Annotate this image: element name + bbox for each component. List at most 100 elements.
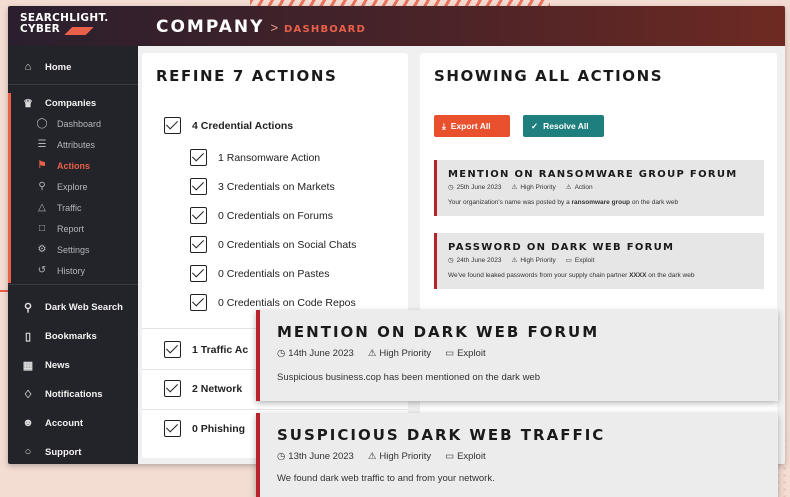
filter-label: 1 Traffic Ac xyxy=(192,344,249,356)
sidebar-item-label: Traffic xyxy=(57,202,82,213)
action-type: Exploit xyxy=(457,348,486,359)
action-card[interactable]: PASSWORD ON DARK WEB FORUM ◷ 24th June 20… xyxy=(434,233,764,289)
action-meta: ◷ 13th June 2023 ⚠ High Priority ▭ Exploit xyxy=(277,451,486,462)
actions-title: SHOWING ALL ACTIONS xyxy=(434,67,664,85)
checkbox-network-actions[interactable] xyxy=(164,380,181,397)
action-priority: High Priority xyxy=(520,184,556,191)
home-icon: ⌂ xyxy=(24,61,32,73)
filter-label: 0 Credentials on Pastes xyxy=(218,268,330,280)
sidebar-item-traffic[interactable]: △ Traffic xyxy=(8,197,138,218)
sidebar-item-bookmarks[interactable]: ▯ Bookmarks xyxy=(8,323,138,349)
download-icon: ⤓ xyxy=(442,120,446,131)
action-description: Suspicious business.cop has been mention… xyxy=(277,372,541,383)
checkbox-social-chats[interactable] xyxy=(190,236,207,253)
checkbox-traffic-actions[interactable] xyxy=(164,341,181,358)
sidebar-item-label: Report xyxy=(57,223,85,234)
checkbox-code-repos[interactable] xyxy=(190,294,207,311)
action-title: PASSWORD ON DARK WEB FORUM xyxy=(448,242,675,253)
sidebar-item-account[interactable]: ☻ Account xyxy=(8,410,138,436)
sidebar-item-label: Dashboard xyxy=(57,118,102,129)
sidebar-item-label: Companies xyxy=(45,97,97,109)
logo[interactable]: SEARCHLIGHT. CYBER xyxy=(20,13,140,35)
action-meta: ◷ 25th June 2023 ⚠ High Priority ⚠ Action xyxy=(448,183,593,191)
top-bar: SEARCHLIGHT. CYBER COMPANY > DASHBOARD xyxy=(8,6,785,46)
sidebar-item-news[interactable]: ▦ News xyxy=(8,352,138,378)
action-date: 24th June 2023 xyxy=(456,257,502,264)
sidebar-item-label: News xyxy=(45,359,70,371)
resolve-all-button[interactable]: ✓ Resolve All xyxy=(523,115,604,137)
calendar-icon: ▭ xyxy=(445,451,455,462)
divider xyxy=(8,284,138,285)
warning-icon: ⚠ xyxy=(367,451,377,462)
check-icon: ✓ xyxy=(531,120,539,131)
checkbox-credential-actions[interactable] xyxy=(164,117,181,134)
action-priority: High Priority xyxy=(379,451,432,462)
document-icon: □ xyxy=(38,223,46,234)
sidebar-item-home[interactable]: ⌂ Home xyxy=(8,54,138,80)
sidebar-item-attributes[interactable]: ☰ Attributes xyxy=(8,134,138,155)
action-meta: ◷ 14th June 2023 ⚠ High Priority ▭ Exploit xyxy=(277,348,486,359)
breadcrumb: COMPANY > DASHBOARD xyxy=(156,17,366,37)
sidebar-item-support[interactable]: ○ Support xyxy=(8,439,138,464)
bell-icon: ♢ xyxy=(23,388,33,401)
sidebar-item-settings[interactable]: ⚙ Settings xyxy=(8,239,138,260)
actions-icon: ⚑ xyxy=(37,160,47,171)
news-icon: ▦ xyxy=(22,359,34,372)
action-title: SUSPICIOUS DARK WEB TRAFFIC xyxy=(277,426,606,444)
warning-icon: ⚠ xyxy=(367,348,377,359)
warning-icon: ⚠ xyxy=(565,184,572,191)
gear-icon: ⚙ xyxy=(37,244,47,255)
traffic-icon: △ xyxy=(38,202,46,213)
breadcrumb-separator: > xyxy=(270,20,279,35)
sidebar-item-dark-web-search[interactable]: ⚲ Dark Web Search xyxy=(8,294,138,320)
breadcrumb-dashboard: DASHBOARD xyxy=(284,24,367,35)
action-priority: High Priority xyxy=(379,348,432,359)
action-type: Exploit xyxy=(457,451,486,462)
sidebar-item-notifications[interactable]: ♢ Notifications xyxy=(8,381,138,407)
sidebar-item-label: Settings xyxy=(57,244,90,255)
action-description: Your organization's name was posted by a… xyxy=(448,199,679,206)
filter-label: 0 Credentials on Code Repos xyxy=(218,297,356,309)
filter-label: 4 Credential Actions xyxy=(192,120,294,132)
action-card[interactable]: MENTION ON RANSOMWARE GROUP FORUM ◷ 25th … xyxy=(434,160,764,216)
checkbox-markets[interactable] xyxy=(190,178,207,195)
divider xyxy=(8,84,138,85)
user-icon: ☻ xyxy=(22,417,34,429)
warning-icon: ⚠ xyxy=(511,184,518,191)
history-icon: ↺ xyxy=(37,265,47,276)
filter-label: 3 Credentials on Markets xyxy=(218,181,335,193)
chat-icon: ○ xyxy=(24,446,32,458)
checkbox-phishing-actions[interactable] xyxy=(164,420,181,437)
dashboard-icon: ◯ xyxy=(36,118,48,129)
featured-action-card[interactable]: SUSPICIOUS DARK WEB TRAFFIC ◷ 13th June 2… xyxy=(256,413,778,497)
sidebar-item-history[interactable]: ↺ History xyxy=(8,260,138,281)
action-title: MENTION ON DARK WEB FORUM xyxy=(277,323,600,341)
action-type: Exploit xyxy=(574,257,595,264)
clock-icon: ◷ xyxy=(448,184,454,191)
decorative-line xyxy=(0,290,8,292)
checkbox-ransomware[interactable] xyxy=(190,149,207,166)
calendar-icon: ▭ xyxy=(565,257,572,264)
sidebar-item-label: Actions xyxy=(57,160,91,171)
breadcrumb-company[interactable]: COMPANY xyxy=(156,17,264,37)
sidebar: ⌂ Home ♛ Companies ◯ Dashboard ☰ Attribu… xyxy=(8,46,138,464)
sidebar-item-actions[interactable]: ⚑ Actions xyxy=(8,155,138,176)
sidebar-item-label: Bookmarks xyxy=(45,330,97,342)
sidebar-item-explore[interactable]: ⚲ Explore xyxy=(8,176,138,197)
action-description: We've found leaked passwords from your s… xyxy=(448,272,695,279)
resolve-label: Resolve All xyxy=(543,121,589,131)
filter-label: 1 Ransomware Action xyxy=(218,152,321,164)
sidebar-item-dashboard[interactable]: ◯ Dashboard xyxy=(8,113,138,134)
filter-label: 2 Network xyxy=(192,383,243,395)
checkbox-pastes[interactable] xyxy=(190,265,207,282)
sidebar-item-report[interactable]: □ Report xyxy=(8,218,138,239)
search-icon: ⚲ xyxy=(23,301,33,314)
export-all-button[interactable]: ⤓ Export All xyxy=(434,115,510,137)
export-label: Export All xyxy=(450,121,491,131)
action-title: MENTION ON RANSOMWARE GROUP FORUM xyxy=(448,169,738,180)
sidebar-item-label: Explore xyxy=(57,181,88,192)
checkbox-forums[interactable] xyxy=(190,207,207,224)
sidebar-item-label: Home xyxy=(45,61,72,73)
featured-action-card[interactable]: MENTION ON DARK WEB FORUM ◷ 14th June 202… xyxy=(256,310,778,401)
sidebar-item-label: Support xyxy=(45,446,82,458)
